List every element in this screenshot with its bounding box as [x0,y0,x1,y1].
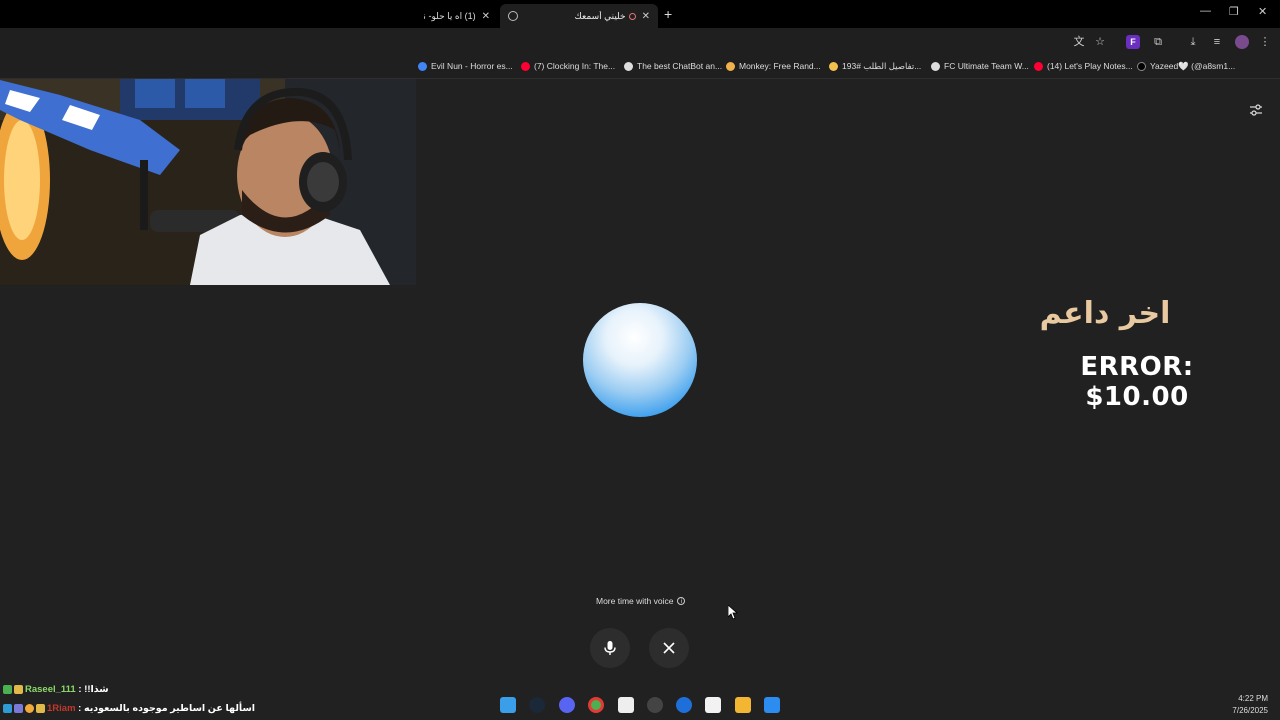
app-icon[interactable] [618,697,634,713]
youtube-icon [1034,61,1043,71]
google-icon [418,61,427,71]
capcut-icon[interactable] [705,697,721,713]
bookmark-star-icon[interactable]: ☆ [1093,35,1107,49]
windows-start-icon[interactable] [500,697,516,713]
order-icon [829,62,838,71]
download-icon[interactable]: ⤓ [1186,35,1200,49]
bookmark-item[interactable]: Evil Nun - Horror es... [418,61,513,71]
chrome-icon[interactable] [588,697,604,713]
bookmark-label: Evil Nun - Horror es... [431,61,513,71]
discord-icon[interactable] [559,697,575,713]
youtube-icon [521,61,530,71]
voice-note-text: More time with voice [596,596,674,606]
bookmark-item[interactable]: FC Ultimate Team W... [931,61,1029,71]
bookmark-item[interactable]: The best ChatBot an... [624,61,722,71]
microphone-icon [604,641,616,655]
bookmark-label: The best ChatBot an... [637,61,723,71]
bookmark-label: تفاصيل الطلب #193... [842,61,922,71]
file-explorer-icon[interactable] [735,697,751,713]
bookmark-item[interactable]: تفاصيل الطلب #193... [829,61,921,72]
bookmark-label: FC Ultimate Team W... [944,61,1029,71]
close-tab-icon[interactable]: ✕ [482,11,490,22]
tab-active[interactable]: خليني أسمعك ✕ [500,4,658,28]
bookmark-label: Monkey: Free Rand... [739,61,821,71]
clock-time: 4:22 PM [1238,694,1268,703]
recording-icon [628,12,636,20]
voice-orb [583,303,697,417]
new-tab-button[interactable]: + [664,6,672,22]
store-icon[interactable] [764,697,780,713]
info-icon[interactable]: i [677,597,686,605]
more-menu-icon[interactable]: ⋮ [1258,35,1272,49]
settings-sliders-icon[interactable] [1249,103,1263,117]
media-controls-icon[interactable]: ≡ [1210,35,1224,49]
monkey-icon [726,61,735,71]
clock-date: 7/26/2025 [1232,706,1268,715]
minimize-icon[interactable]: — [1200,5,1211,17]
browser-toolbar: ⽂ ☆ F ⧉ ⤓ ≡ ⋮ [0,28,1280,56]
taskbar [0,690,1280,720]
extension-f-icon[interactable]: F [1126,35,1140,49]
profile-avatar-icon[interactable] [1235,35,1249,49]
tab-label: (1) اه يا حلو- ناي ال [424,10,476,21]
tab-inactive[interactable]: (1) اه يا حلو- ناي ال ✕ [416,4,498,28]
bookmark-label: (14) Let's Play Notes... [1047,61,1133,71]
obs-icon[interactable] [647,697,663,713]
close-icon [663,642,675,654]
globe-icon [931,61,940,71]
app-blue-icon[interactable] [676,697,692,713]
voice-time-note: More time with voice i [596,596,686,606]
last-donor-title: اخر داعم [1039,296,1171,331]
restore-icon[interactable]: ❐ [1229,5,1239,18]
bookmark-label: (7) Clocking In: The... [534,61,616,71]
bookmark-label: Yazeed🤍 (@a8sm1... [1150,61,1236,71]
end-voice-button[interactable] [649,628,689,668]
system-clock[interactable]: 4:22 PM 7/26/2025 [1232,693,1268,717]
bookmarks-bar: Evil Nun - Horror es... (7) Clocking In:… [0,56,1280,79]
steam-icon[interactable] [529,697,545,713]
extensions-puzzle-icon[interactable]: ⧉ [1151,35,1165,49]
mic-button[interactable] [590,628,630,668]
bookmark-item[interactable]: Monkey: Free Rand... [726,61,821,71]
bookmark-item[interactable]: (7) Clocking In: The... [521,61,615,71]
tab-label: خليني أسمعك [574,10,626,21]
tiktok-icon [1137,62,1146,71]
last-donor-amount: ERROR: $10.00 [1080,352,1194,412]
chatbot-icon [624,61,633,71]
translate-icon[interactable]: ⽂ [1072,35,1086,49]
mouse-cursor-icon [728,605,738,620]
bookmark-item[interactable]: Yazeed🤍 (@a8sm1... [1137,61,1235,72]
chatgpt-favicon-icon [508,11,518,21]
close-tab-icon[interactable]: ✕ [642,11,650,22]
close-window-icon[interactable]: ✕ [1258,5,1267,18]
bookmark-item[interactable]: (14) Let's Play Notes... [1034,61,1133,71]
